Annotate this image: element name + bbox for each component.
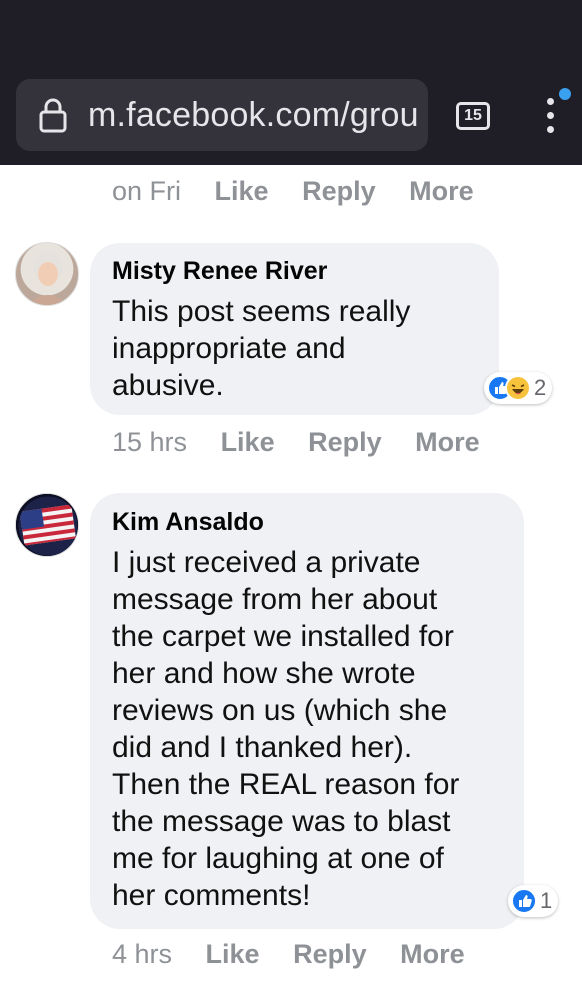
- notification-dot: [559, 88, 571, 100]
- comment-actions: 4 hrs Like Reply More: [112, 939, 491, 970]
- more-link[interactable]: More: [409, 176, 474, 206]
- more-link[interactable]: More: [400, 939, 465, 969]
- like-link[interactable]: Like: [221, 427, 275, 457]
- lock-icon: [39, 98, 67, 133]
- reaction-count: 1: [540, 888, 553, 913]
- comment-time: on Fri: [112, 176, 182, 206]
- haha-reaction-icon: [505, 375, 531, 401]
- menu-dot: [547, 98, 554, 105]
- reaction-summary[interactable]: 1: [508, 885, 559, 917]
- reaction-count: 2: [534, 375, 547, 400]
- comment-actions: on Fri Like Reply More: [112, 176, 500, 207]
- more-link[interactable]: More: [415, 427, 480, 457]
- overflow-menu-icon[interactable]: [538, 96, 562, 136]
- comment-author[interactable]: Kim Ansaldo: [112, 508, 264, 537]
- reply-link[interactable]: Reply: [308, 427, 382, 457]
- comment-text: I just received a private message from h…: [112, 546, 460, 912]
- avatar[interactable]: [15, 242, 79, 306]
- reaction-summary[interactable]: 2: [484, 372, 553, 404]
- avatar[interactable]: [15, 493, 79, 557]
- menu-dot: [547, 112, 554, 119]
- tab-count-button[interactable]: 15: [456, 102, 490, 130]
- menu-dot: [547, 126, 554, 133]
- comment-bubble: Kim Ansaldo I just received a private me…: [90, 493, 524, 929]
- person-photo-icon: [28, 252, 68, 305]
- like-link[interactable]: Like: [215, 176, 269, 206]
- like-link[interactable]: Like: [206, 939, 260, 969]
- reply-link[interactable]: Reply: [302, 176, 376, 206]
- comment-bubble: Misty Renee River This post seems really…: [90, 243, 499, 415]
- flag-photo-icon: [16, 494, 78, 556]
- comment-time: 4 hrs: [112, 939, 173, 969]
- browser-toolbar: m.facebook.com/grou 15: [0, 0, 582, 165]
- address-bar[interactable]: m.facebook.com/grou: [16, 79, 428, 151]
- comment-text: This post seems really inappropriate and…: [112, 295, 411, 402]
- comment-actions: 15 hrs Like Reply More: [112, 427, 506, 458]
- comment-time: 15 hrs: [112, 427, 188, 457]
- like-reaction-icon: [511, 888, 537, 914]
- comment-author[interactable]: Misty Renee River: [112, 257, 327, 286]
- reply-link[interactable]: Reply: [293, 939, 367, 969]
- url-text[interactable]: m.facebook.com/grou: [88, 96, 419, 135]
